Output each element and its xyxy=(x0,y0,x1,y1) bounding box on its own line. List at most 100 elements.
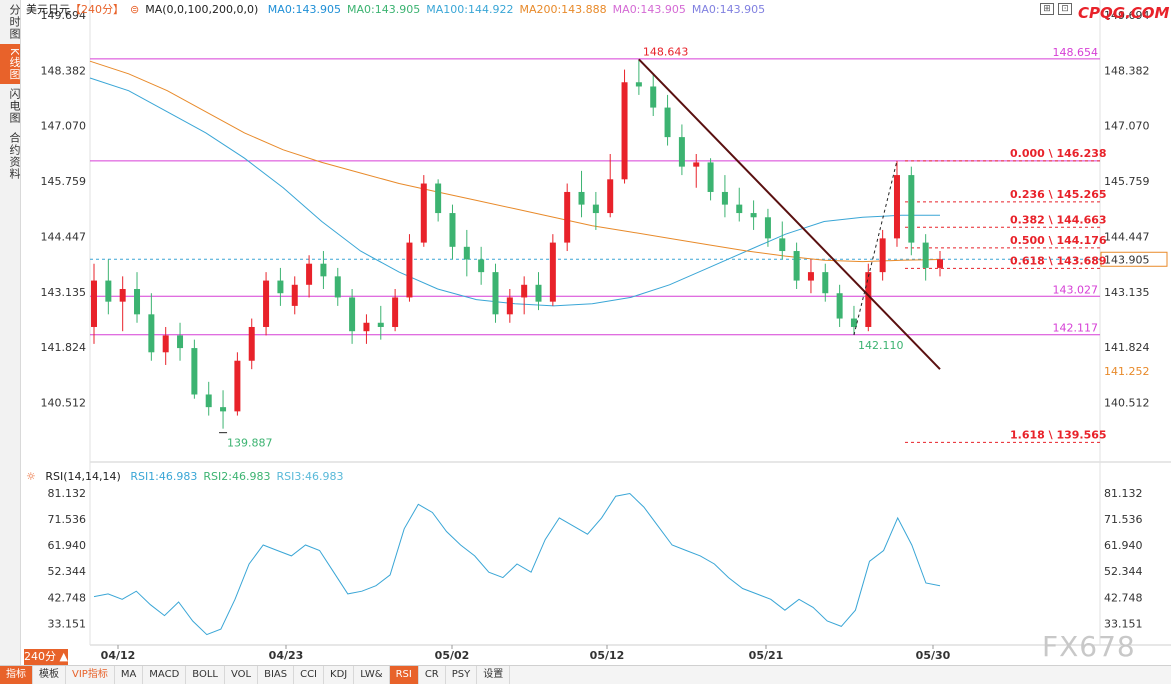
indicator-11[interactable]: RSI xyxy=(389,666,419,684)
candle-body xyxy=(248,326,255,361)
fib-label: 0.382 \ 144.663 xyxy=(1010,213,1107,226)
y-tick-right: 143.135 xyxy=(1104,286,1150,299)
fullscreen-icon[interactable]: ⊞ xyxy=(1040,3,1054,15)
candle-body xyxy=(334,276,341,298)
brand-logo: CPQG.COM xyxy=(1078,4,1170,22)
x-tick-label: 05/12 xyxy=(590,649,625,662)
candle-body xyxy=(535,284,542,302)
candle-body xyxy=(406,242,413,298)
candle-body xyxy=(850,318,857,327)
indicator-3[interactable]: MA xyxy=(115,666,144,684)
layout-icon[interactable]: ⊡ xyxy=(1058,3,1072,15)
indicator-5[interactable]: BOLL xyxy=(186,666,225,684)
indicator-12[interactable]: CR xyxy=(419,666,446,684)
price-labels: 148.643 139.887 142.110 xyxy=(219,45,904,450)
x-tick-label: 04/12 xyxy=(101,649,136,662)
chart-canvas: 148.654 143.027 142.117 143.905 141.252 0.00… xyxy=(41,0,1171,662)
candle-body xyxy=(621,82,628,180)
fib-label: 0.500 \ 144.176 xyxy=(1010,234,1107,247)
rsi-line-RSI1 xyxy=(93,492,941,636)
moving-averages xyxy=(89,60,941,307)
rsi-tick-left: 71.536 xyxy=(48,513,87,526)
line-label: 143.027 xyxy=(1053,283,1099,296)
indicator-14[interactable]: 设置 xyxy=(477,666,511,684)
indicator-6[interactable]: VOL xyxy=(225,666,259,684)
candle-body xyxy=(205,394,212,408)
ma-value-1: MA0:143.905 xyxy=(347,3,421,16)
indicator-7[interactable]: BIAS xyxy=(258,666,295,684)
period-button[interactable]: 240分 ▲ xyxy=(24,649,68,665)
rsi-tick-right: 81.132 xyxy=(1104,487,1143,500)
indicator-4[interactable]: MACD xyxy=(143,666,187,684)
indicator-2[interactable]: VIP指标 xyxy=(66,666,115,684)
y-tick-right: 140.512 xyxy=(1104,396,1150,409)
y-tick-right: 147.070 xyxy=(1104,120,1150,133)
candle-body xyxy=(377,322,384,327)
y-tick-left: 144.447 xyxy=(41,230,87,243)
ma-legend: 美元日元【240分】 ⊜ MA(0,0,100,200,0,0) MA0:143.9… xyxy=(26,2,777,18)
y-tick-left: 143.135 xyxy=(41,286,87,299)
candle-body xyxy=(807,272,814,281)
candle-body xyxy=(678,137,685,167)
indicator-13[interactable]: PSY xyxy=(446,666,478,684)
candle-body xyxy=(492,272,499,315)
ma-params: MA(0,0,100,200,0,0) xyxy=(145,3,259,16)
y-tick-right: 141.824 xyxy=(1104,341,1150,354)
candle-body xyxy=(937,259,943,268)
rsi-settings-icon[interactable]: ☼ xyxy=(26,470,36,483)
candle-body xyxy=(449,213,456,247)
candle-body xyxy=(693,162,700,167)
indicator-0[interactable]: 指标 xyxy=(0,666,33,684)
indicator-1[interactable]: 模板 xyxy=(33,666,66,684)
indicator-bar: 指标 模板 VIP指标 MA MACD BOLL VOL BIAS CCI KDJ LW& RSI CR… xyxy=(0,665,1171,684)
x-tick-label: 05/30 xyxy=(916,649,951,662)
y-tick-left: 147.070 xyxy=(41,120,87,133)
ma-value-5: MA0:143.905 xyxy=(691,3,766,16)
fib-label: 0.618 \ 143.689 xyxy=(1010,254,1107,267)
candle-body xyxy=(750,213,757,218)
indicator-9[interactable]: KDJ xyxy=(324,666,355,684)
candle-body xyxy=(320,263,327,277)
y-tick-right: 148.382 xyxy=(1104,64,1150,77)
current-price-label: 143.905 xyxy=(1104,253,1150,266)
rsi-tick-right: 71.536 xyxy=(1104,513,1143,526)
rsi-tick-left: 42.748 xyxy=(48,591,87,604)
settings-icon[interactable]: ⊜ xyxy=(130,3,139,16)
candle-body xyxy=(148,314,155,353)
y-tick-left: 148.382 xyxy=(41,64,87,77)
candle-body xyxy=(564,191,571,243)
symbol-name: 美元日元 xyxy=(26,3,70,16)
candle-body xyxy=(91,280,97,327)
y-tick-left: 141.824 xyxy=(41,341,87,354)
line-label: 142.117 xyxy=(1053,322,1099,335)
candle-body xyxy=(549,242,556,302)
y-tick-right: 144.447 xyxy=(1104,230,1150,243)
rsi-tick-right: 52.344 xyxy=(1104,565,1143,578)
rsi-value-0: RSI1:46.983 xyxy=(130,470,198,483)
candle-body xyxy=(105,280,112,302)
candle-body xyxy=(764,217,771,239)
candle-body xyxy=(836,293,843,319)
candle-body xyxy=(707,162,714,192)
y-tick-left: 140.512 xyxy=(41,396,87,409)
indicator-10[interactable]: LW& xyxy=(354,666,390,684)
candle-body xyxy=(277,280,284,294)
high-label: 148.643 xyxy=(643,45,689,58)
ma-value-0: MA0:143.905 xyxy=(267,3,342,16)
fib-label: 0.236 \ 145.265 xyxy=(1010,188,1107,201)
candle-body xyxy=(592,204,599,214)
candle-body xyxy=(893,175,900,239)
candle-body xyxy=(191,348,198,395)
candle-body xyxy=(363,322,370,332)
rsi-value-2: RSI3:46.983 xyxy=(276,470,344,483)
indicator-8[interactable]: CCI xyxy=(294,666,325,684)
rsi-tick-left: 52.344 xyxy=(48,565,87,578)
candle-body xyxy=(392,297,399,327)
low-label-2: 142.110 xyxy=(858,339,904,352)
candle-body xyxy=(234,360,241,412)
rsi-tick-right: 33.151 xyxy=(1104,617,1143,630)
rsi-tick-left: 81.132 xyxy=(48,487,87,500)
swing-line xyxy=(853,160,898,336)
candle-body xyxy=(793,251,800,281)
candle-body xyxy=(349,297,356,332)
